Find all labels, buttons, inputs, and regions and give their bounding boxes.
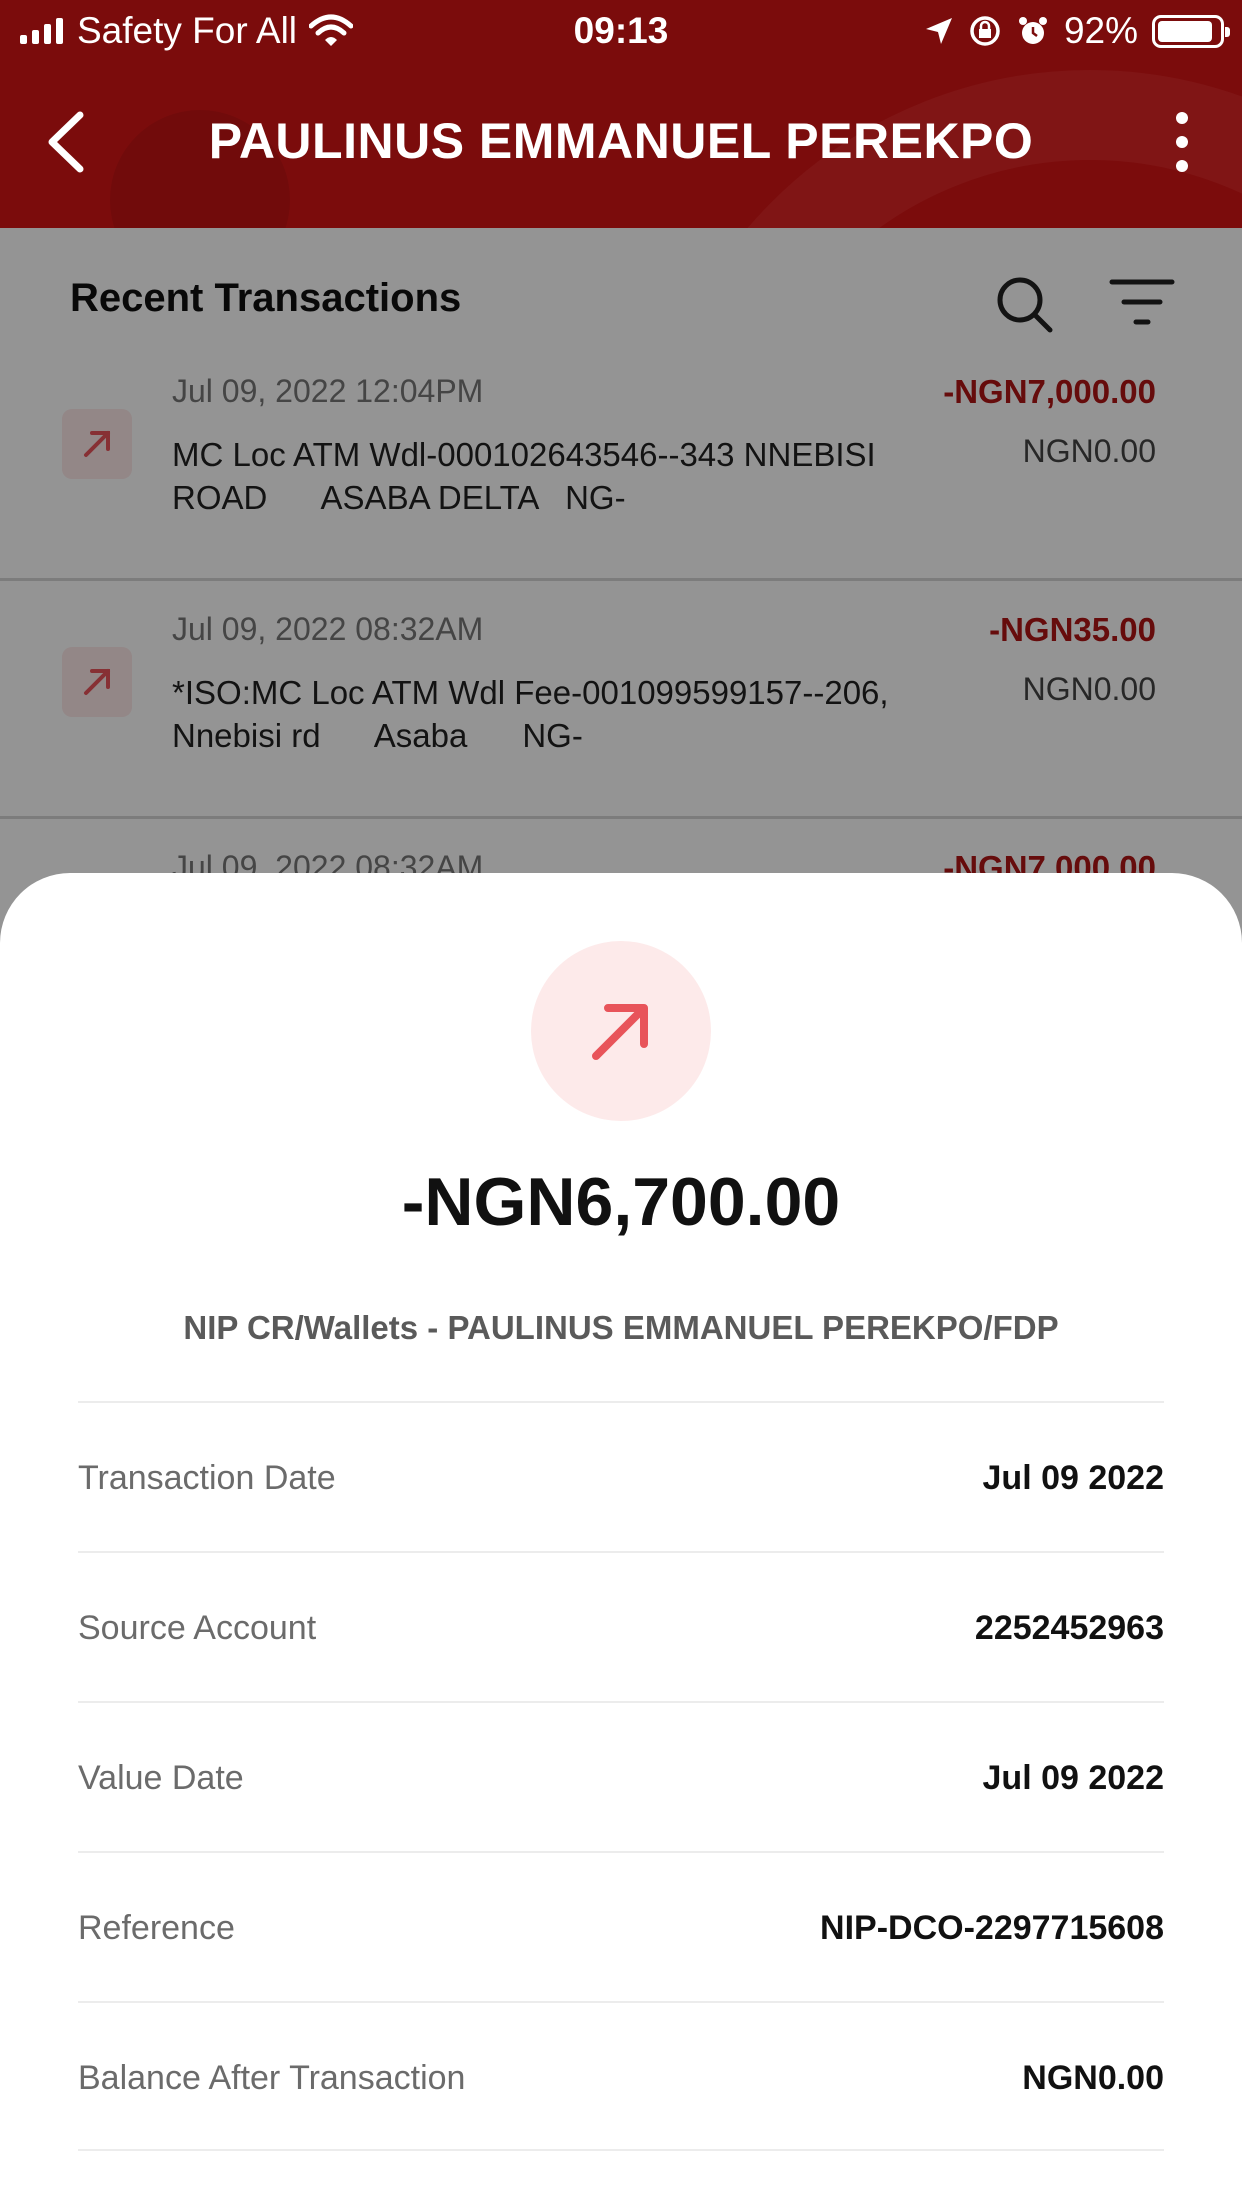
transaction-amount: -NGN6,700.00 bbox=[401, 1164, 841, 1240]
battery-percent: 92% bbox=[1063, 10, 1138, 51]
detail-value: Jul 09 2022 bbox=[982, 1459, 1164, 1497]
detail-row-source-account: Source Account 2252452963 bbox=[78, 1551, 1164, 1701]
more-vertical-icon[interactable] bbox=[1172, 112, 1192, 172]
status-bar: Safety For All 09:13 92% bbox=[0, 0, 1242, 62]
page-title: PAULINUS EMMANUEL PEREKPO bbox=[208, 113, 1034, 169]
detail-value: NIP-DCO-2297715608 bbox=[820, 1909, 1164, 1947]
detail-row-balance-after: Balance After Transaction NGN0.00 bbox=[78, 2001, 1164, 2151]
detail-label: Reference bbox=[78, 1909, 235, 1947]
status-right: 92% bbox=[924, 10, 1230, 52]
app-header: Safety For All 09:13 92% PAULINUS EMMANU… bbox=[0, 0, 1242, 228]
alarm-icon bbox=[1018, 17, 1047, 44]
battery-icon bbox=[1152, 14, 1230, 48]
detail-value: 2252452963 bbox=[974, 1609, 1164, 1647]
detail-row-value-date: Value Date Jul 09 2022 bbox=[78, 1701, 1164, 1851]
detail-label: Balance After Transaction bbox=[78, 2059, 466, 2097]
detail-value: NGN0.00 bbox=[1022, 2059, 1164, 2097]
transaction-details-sheet: -NGN6,700.00 NIP CR/Wallets - PAULINUS E… bbox=[0, 873, 1242, 2208]
location-icon bbox=[925, 18, 952, 44]
detail-label: Transaction Date bbox=[78, 1459, 336, 1497]
detail-value: Jul 09 2022 bbox=[982, 1759, 1164, 1797]
title-bar: PAULINUS EMMANUEL PEREKPO bbox=[0, 62, 1242, 228]
detail-label: Source Account bbox=[78, 1609, 317, 1647]
detail-label: Value Date bbox=[78, 1759, 244, 1797]
detail-row-transaction-date: Transaction Date Jul 09 2022 bbox=[78, 1401, 1164, 1551]
detail-row-reference: Reference NIP-DCO-2297715608 bbox=[78, 1851, 1164, 2001]
transaction-description: NIP CR/Wallets - PAULINUS EMMANUEL PEREK… bbox=[183, 1309, 1059, 1346]
orientation-lock-icon bbox=[970, 16, 1000, 46]
outgoing-arrow-icon bbox=[531, 941, 711, 1121]
detail-list: Transaction Date Jul 09 2022 Source Acco… bbox=[78, 1401, 1164, 2151]
